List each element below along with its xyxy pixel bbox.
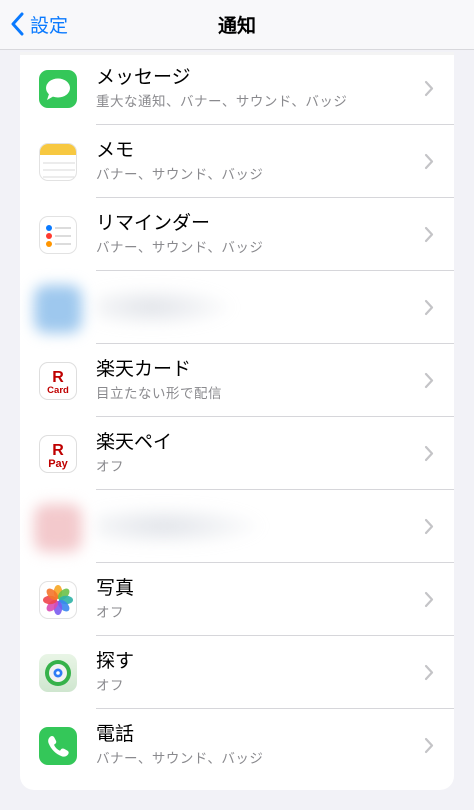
app-notification-list: メッセージ 重大な通知、バナー、サウンド、バッジ メモ バナー、サウンド、バッジ (20, 52, 454, 790)
chevron-right-icon (424, 445, 434, 466)
app-name: メモ (96, 139, 135, 161)
app-name: リマインダー (96, 212, 211, 234)
list-item-rakuten-card[interactable]: R Card 楽天カード 目立たない形で配信 (20, 344, 454, 417)
list-item-photos[interactable]: 写真 オフ (20, 563, 454, 636)
navigation-bar: 設定 通知 (0, 0, 474, 50)
notification-status: バナー、サウンド、バッジ (96, 240, 264, 256)
page-title: 通知 (217, 15, 256, 37)
app-name: 探す (96, 650, 135, 672)
list-item-blurred-app[interactable] (20, 490, 454, 563)
messages-icon (39, 70, 77, 108)
reminders-icon (39, 216, 77, 254)
chevron-right-icon (424, 153, 434, 174)
notification-status: 目立たない形で配信 (96, 386, 222, 402)
notification-status: バナー、サウンド、バッジ (96, 751, 264, 767)
list-item-notes[interactable]: メモ バナー、サウンド、バッジ (20, 125, 454, 198)
app-name: 写真 (96, 577, 135, 599)
blurred-app-name (96, 285, 236, 329)
rakuten-card-icon: R Card (39, 362, 77, 400)
blurred-app-name (96, 504, 266, 548)
phone-icon (39, 727, 77, 765)
blurred-app-icon (34, 504, 82, 552)
app-name: 電話 (96, 723, 135, 745)
notification-status: オフ (96, 605, 124, 621)
chevron-right-icon (424, 737, 434, 758)
list-item-rakuten-pay[interactable]: R Pay 楽天ペイ オフ (20, 417, 454, 490)
list-item-phone[interactable]: 電話 バナー、サウンド、バッジ (20, 709, 454, 782)
find-my-icon (39, 654, 77, 692)
notification-status: バナー、サウンド、バッジ (96, 167, 264, 183)
list-item-reminders[interactable]: リマインダー バナー、サウンド、バッジ (20, 198, 454, 271)
svg-text:R: R (52, 369, 64, 386)
list-item-messages[interactable]: メッセージ 重大な通知、バナー、サウンド、バッジ (20, 52, 454, 125)
app-name: メッセージ (96, 66, 191, 88)
blurred-app-icon (34, 285, 82, 333)
chevron-right-icon (424, 518, 434, 539)
rakuten-pay-icon: R Pay (39, 435, 77, 473)
notification-status: オフ (96, 459, 124, 475)
list-item-blurred-app[interactable] (20, 271, 454, 344)
chevron-right-icon (424, 226, 434, 247)
list-item-find-my[interactable]: 探す オフ (20, 636, 454, 709)
chevron-right-icon (424, 664, 434, 685)
svg-text:R: R (52, 442, 64, 459)
app-name: 楽天ペイ (96, 431, 173, 453)
photos-icon (39, 581, 77, 619)
chevron-right-icon (424, 80, 434, 101)
chevron-right-icon (424, 372, 434, 393)
notification-status: オフ (96, 678, 124, 694)
app-name: 楽天カード (96, 358, 192, 380)
chevron-right-icon (424, 299, 434, 320)
svg-text:Card: Card (47, 385, 69, 396)
svg-text:Pay: Pay (48, 458, 68, 470)
notification-status: 重大な通知、バナー、サウンド、バッジ (96, 94, 348, 110)
chevron-right-icon (424, 591, 434, 612)
notes-icon (39, 143, 77, 181)
